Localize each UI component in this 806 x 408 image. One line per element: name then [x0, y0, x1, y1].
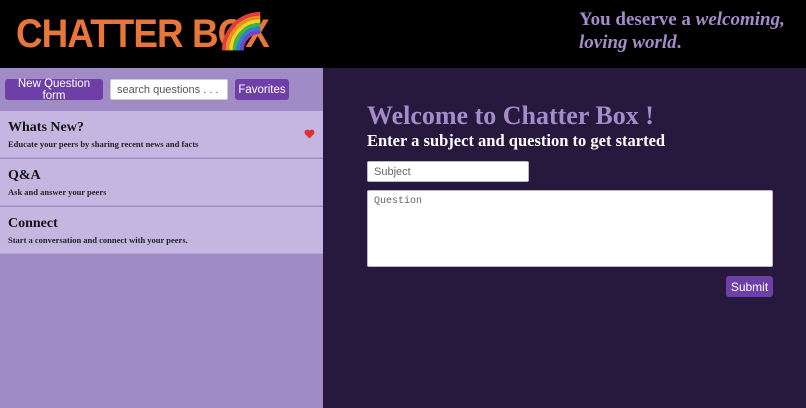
- sidebar-toolbar: New Question form Favorites: [0, 68, 323, 111]
- submit-button[interactable]: Submit: [726, 276, 773, 297]
- category-qa[interactable]: Q&A Ask and answer your peers: [0, 159, 323, 206]
- question-textarea[interactable]: [367, 190, 773, 267]
- category-connect[interactable]: Connect Start a conversation and connect…: [0, 207, 323, 254]
- heart-icon[interactable]: [304, 129, 315, 139]
- instructions-subtitle: Enter a subject and question to get star…: [367, 131, 666, 150]
- tagline: You deserve a welcoming, loving world.: [579, 8, 801, 54]
- tagline-prefix: You deserve a: [579, 9, 696, 30]
- header: CHATTER BOX You deserve a welcoming, lovi…: [0, 0, 806, 68]
- welcome-heading: Welcome to Chatter Box !: [367, 101, 654, 130]
- category-title: Q&A: [8, 168, 41, 183]
- main-panel: Welcome to Chatter Box ! Enter a subject…: [323, 68, 806, 408]
- category-title: Connect: [8, 216, 58, 231]
- subject-input[interactable]: [367, 161, 529, 182]
- category-description: Educate your peers by sharing recent new…: [8, 139, 199, 149]
- rainbow-icon: [221, 11, 261, 51]
- category-whats-new[interactable]: Whats New? Educate your peers by sharing…: [0, 111, 323, 158]
- category-description: Ask and answer your peers: [8, 187, 107, 197]
- favorites-button[interactable]: Favorites: [235, 79, 289, 100]
- tagline-emphasis-1: welcoming,: [695, 9, 785, 30]
- search-input[interactable]: [110, 79, 228, 100]
- tagline-suffix: .: [676, 32, 682, 53]
- sidebar: New Question form Favorites Whats New? E…: [0, 68, 323, 408]
- tagline-emphasis-2: loving world: [579, 32, 677, 53]
- category-description: Start a conversation and connect with yo…: [8, 235, 188, 245]
- new-question-form-button[interactable]: New Question form: [5, 78, 103, 102]
- category-title: Whats New?: [8, 120, 84, 135]
